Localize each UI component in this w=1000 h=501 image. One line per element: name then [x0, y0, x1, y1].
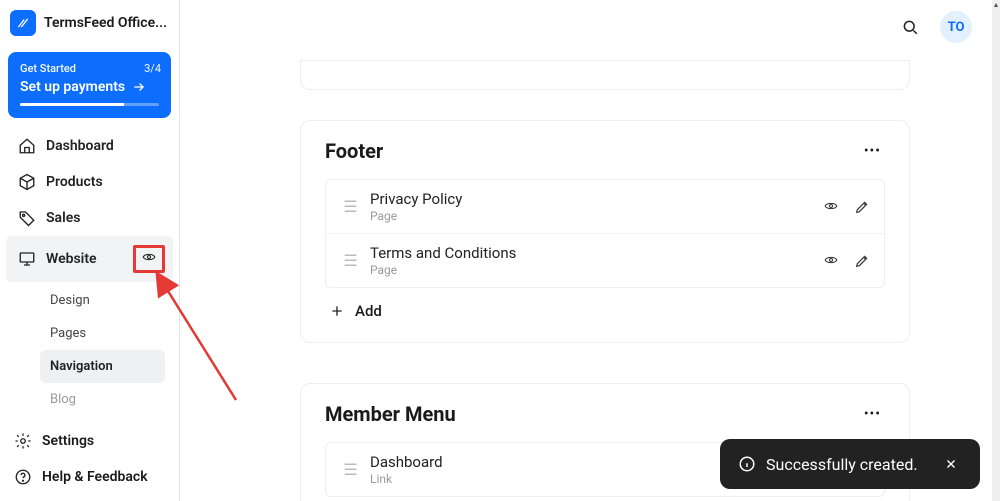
plus-icon	[329, 303, 345, 319]
section-title: Footer	[325, 139, 383, 163]
search-icon[interactable]	[900, 17, 920, 37]
more-menu-icon[interactable]: •••	[860, 139, 885, 163]
subnav-pages[interactable]: Pages	[40, 317, 165, 350]
get-started-progress-text: 3/4	[144, 62, 161, 75]
gear-icon	[14, 432, 32, 450]
sidebar-item-products[interactable]: Products	[6, 164, 173, 200]
item-title: Terms and Conditions	[370, 244, 810, 262]
brand-title: TermsFeed Office...	[44, 15, 167, 31]
help-icon	[14, 468, 32, 486]
drag-handle-icon[interactable]: ☰	[340, 460, 358, 479]
brand[interactable]: TermsFeed Office...	[0, 0, 179, 46]
get-started-card[interactable]: Get Started 3/4 Set up payments	[8, 52, 171, 118]
toast-success: Successfully created.	[720, 439, 980, 489]
main-area: TO Footer ••• ☰ Privacy Policy Page	[180, 0, 1000, 501]
more-menu-icon[interactable]: •••	[860, 402, 885, 426]
sidebar-item-label: Website	[46, 251, 97, 267]
sidebar-item-sales[interactable]: Sales	[6, 200, 173, 236]
website-preview-highlight	[133, 245, 165, 273]
add-button[interactable]: Add	[325, 288, 885, 320]
sidebar-item-label: Settings	[42, 433, 94, 449]
sidebar-item-label: Help & Feedback	[42, 469, 148, 485]
sidebar: TermsFeed Office... Get Started 3/4 Set …	[0, 0, 180, 501]
sidebar-item-help[interactable]: Help & Feedback	[2, 459, 177, 495]
drag-handle-icon[interactable]: ☰	[340, 197, 358, 216]
subnav-label: Pages	[50, 326, 86, 341]
footer-list: ☰ Privacy Policy Page ☰ Terms	[325, 179, 885, 288]
subnav-design[interactable]: Design	[40, 284, 165, 317]
avatar[interactable]: TO	[940, 11, 972, 43]
drag-handle-icon[interactable]: ☰	[340, 251, 358, 270]
eye-icon[interactable]	[822, 199, 840, 215]
list-item[interactable]: ☰ Privacy Policy Page	[326, 180, 884, 234]
eye-icon[interactable]	[140, 250, 158, 264]
subnav-blog[interactable]: Blog	[40, 383, 165, 416]
website-subnav: Design Pages Navigation Blog	[4, 282, 175, 419]
get-started-main-label: Set up payments	[20, 79, 125, 95]
arrow-right-icon	[131, 80, 147, 94]
box-icon	[18, 173, 36, 191]
sidebar-item-settings[interactable]: Settings	[2, 423, 177, 459]
monitor-icon	[18, 250, 36, 268]
add-label: Add	[355, 302, 382, 320]
subnav-label: Navigation	[50, 359, 113, 374]
section-title: Member Menu	[325, 402, 456, 426]
item-subtitle: Page	[370, 209, 810, 223]
get-started-progress-bar	[20, 103, 159, 106]
pencil-icon[interactable]	[854, 199, 870, 215]
brand-logo	[10, 10, 36, 36]
toast-message: Successfully created.	[766, 455, 918, 474]
close-icon[interactable]	[940, 453, 962, 475]
home-icon	[18, 137, 36, 155]
topbar: TO	[900, 0, 1000, 54]
subnav-navigation[interactable]: Navigation	[40, 350, 165, 383]
previous-section-card-stub	[300, 60, 910, 90]
page-scrollbar[interactable]: ▲	[992, 0, 1000, 501]
eye-icon[interactable]	[822, 253, 840, 269]
list-item[interactable]: ☰ Terms and Conditions Page	[326, 234, 884, 287]
item-subtitle: Page	[370, 263, 810, 277]
sidebar-item-label: Dashboard	[46, 138, 114, 154]
info-icon	[738, 455, 756, 473]
sidebar-item-label: Sales	[46, 210, 80, 226]
subnav-label: Design	[50, 293, 90, 308]
pencil-icon[interactable]	[854, 253, 870, 269]
sidebar-item-website[interactable]: Website	[6, 236, 173, 282]
item-title: Privacy Policy	[370, 190, 810, 208]
sidebar-item-label: Products	[46, 174, 103, 190]
get-started-label: Get Started	[20, 62, 159, 75]
scroll-up-icon[interactable]: ▲	[992, 0, 1000, 10]
subnav-label: Blog	[50, 392, 76, 407]
section-footer: Footer ••• ☰ Privacy Policy Page	[300, 120, 910, 343]
sidebar-item-dashboard[interactable]: Dashboard	[6, 128, 173, 164]
avatar-initials: TO	[948, 20, 965, 35]
tag-icon	[18, 209, 36, 227]
